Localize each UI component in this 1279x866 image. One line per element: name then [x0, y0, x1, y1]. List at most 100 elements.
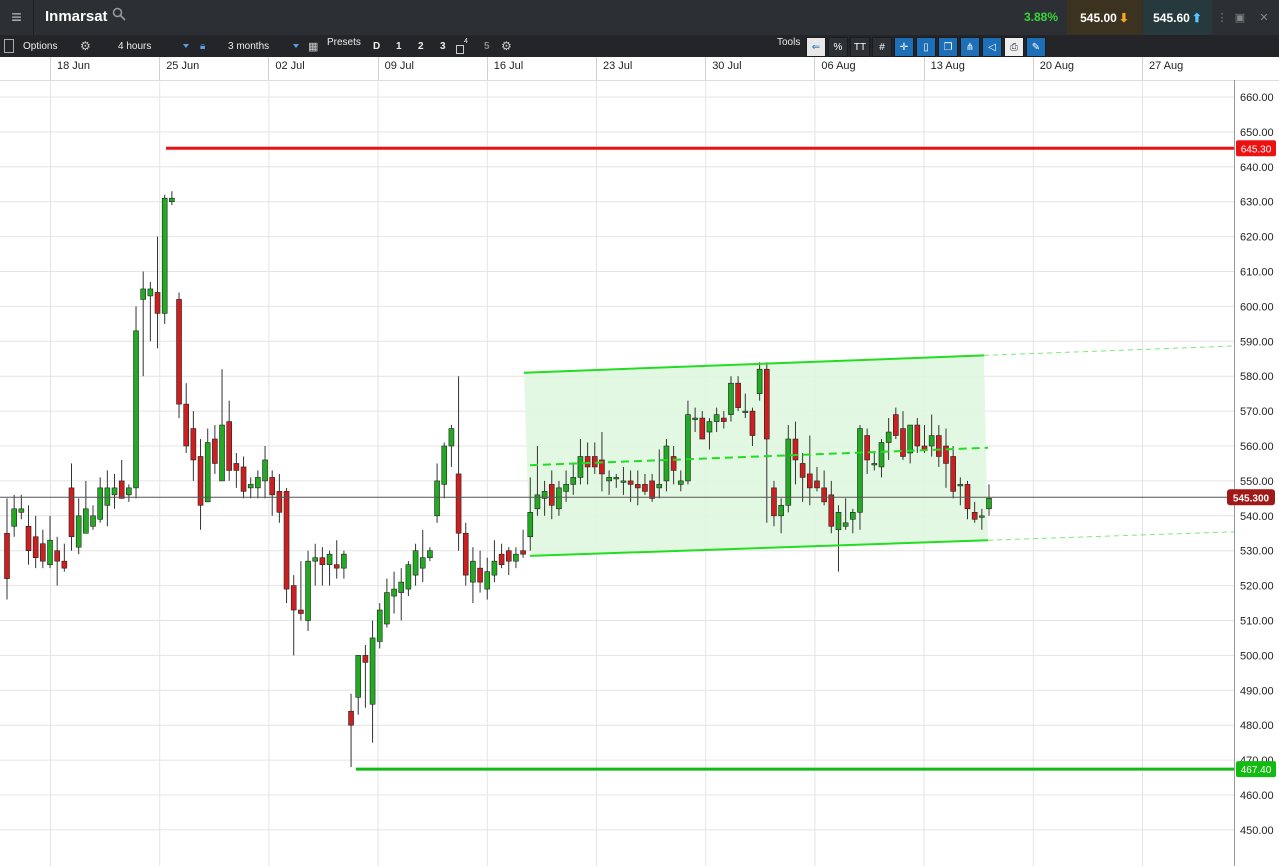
- candle-up: [47, 539, 53, 565]
- candle-up: [491, 560, 498, 576]
- x-tick-label: 13 Aug: [930, 60, 965, 72]
- y-tick-label: 450.00: [1240, 825, 1274, 837]
- lock-icon[interactable]: 🔒︎: [200, 35, 205, 57]
- y-tick-label: 530.00: [1240, 546, 1274, 558]
- y-tick-label: 540.00: [1240, 511, 1274, 523]
- candle-up: [986, 498, 992, 510]
- hamburger-icon[interactable]: ≡: [0, 0, 34, 35]
- preset-2[interactable]: 2: [418, 35, 424, 57]
- y-tick-label: 560.00: [1240, 441, 1274, 453]
- candle-up: [312, 557, 319, 562]
- y-tick-label: 600.00: [1240, 301, 1274, 313]
- preset-5[interactable]: 5: [484, 35, 490, 57]
- fork-icon[interactable]: ⋔: [960, 37, 980, 57]
- candle-up: [147, 288, 154, 297]
- candle-down: [276, 491, 283, 513]
- candle-up: [369, 637, 376, 705]
- current-price-label: 545.300: [1233, 493, 1270, 504]
- candle-up: [928, 435, 935, 447]
- candle-up: [83, 508, 89, 534]
- candle-up: [713, 414, 720, 422]
- y-tick-label: 590.00: [1240, 336, 1274, 348]
- candle-down: [799, 463, 806, 478]
- x-tick-label: 06 Aug: [821, 60, 856, 72]
- candle-down: [971, 512, 978, 520]
- candle-up: [97, 487, 103, 520]
- instrument-header: ≡ Inmarsat 3.88% 545.00 ⬇ 545.60 ⬆ ⋮ ▣ ✕: [0, 0, 1279, 35]
- candle-down: [814, 480, 820, 489]
- presets-label: Presets: [327, 36, 361, 48]
- candle-down: [348, 710, 354, 726]
- candle-down: [319, 557, 326, 565]
- list-icon: [4, 39, 14, 53]
- back-arrow-icon[interactable]: ⇐: [806, 37, 826, 57]
- calendar-icon[interactable]: ▦: [308, 35, 318, 57]
- crosshair-icon[interactable]: ✛: [894, 37, 914, 57]
- candle-up: [570, 477, 577, 485]
- detach-window-icon[interactable]: ▣: [1232, 2, 1248, 32]
- candle-down: [190, 428, 197, 461]
- close-icon[interactable]: ✕: [1256, 2, 1272, 32]
- candle-up: [161, 197, 168, 314]
- candle-up: [756, 368, 763, 394]
- y-tick-label: 610.00: [1240, 267, 1274, 279]
- candle-down: [498, 553, 505, 565]
- candle-down: [25, 525, 32, 551]
- y-tick-label: 490.00: [1240, 685, 1274, 697]
- preset-d[interactable]: D: [373, 35, 380, 57]
- more-vertical-icon[interactable]: ⋮: [1214, 2, 1230, 32]
- search-icon[interactable]: [112, 7, 126, 21]
- candle-down: [964, 484, 971, 510]
- print-icon[interactable]: ⎙: [1004, 37, 1024, 57]
- x-tick-label: 30 Jul: [712, 60, 742, 72]
- candle-down: [68, 487, 75, 538]
- x-tick-label: 16 Jul: [493, 60, 524, 72]
- text-tool[interactable]: TT: [850, 37, 870, 57]
- options-label: Options: [23, 40, 58, 52]
- y-tick-label: 630.00: [1240, 197, 1274, 209]
- time-separator: [814, 57, 816, 80]
- options-menu[interactable]: Options: [4, 35, 57, 57]
- candle-up: [341, 553, 347, 569]
- change-percent: 3.88%: [1024, 10, 1059, 24]
- candle-up: [907, 424, 913, 454]
- settings-gear-icon[interactable]: ⚙: [80, 35, 91, 57]
- candle-up: [11, 508, 17, 527]
- buy-price-button[interactable]: 545.60 ⬆: [1143, 0, 1212, 35]
- candle-up: [878, 442, 885, 468]
- channel-lower-extension: [987, 531, 1235, 541]
- candle-up: [326, 553, 333, 565]
- wrench-icon[interactable]: ✎: [1026, 37, 1046, 57]
- candle-icon[interactable]: ▯: [916, 37, 936, 57]
- candle-down: [290, 585, 297, 611]
- preset-4-label: 4: [464, 37, 468, 45]
- candle-up: [126, 487, 132, 496]
- range-select[interactable]: 3 months: [228, 35, 300, 57]
- candle-up: [441, 445, 448, 485]
- candle-down: [699, 417, 706, 440]
- candle-up: [133, 330, 139, 489]
- preset-1[interactable]: 1: [396, 35, 402, 57]
- candle-up: [979, 515, 985, 518]
- price-chart[interactable]: 660.00 650.00 640.00 630.00 620.00 610.00 600.…: [0, 80, 1279, 866]
- y-tick-label: 460.00: [1240, 790, 1274, 802]
- candle-up: [204, 442, 211, 503]
- time-separator: [1032, 57, 1034, 80]
- preset-3[interactable]: 3: [440, 35, 446, 57]
- candle-down: [548, 484, 555, 506]
- candle-up: [885, 431, 892, 443]
- interval-select[interactable]: 4 hours: [118, 35, 190, 57]
- preset-4[interactable]: 4: [456, 35, 468, 57]
- grid-icon[interactable]: #: [872, 37, 892, 57]
- candle-down: [197, 456, 204, 506]
- tag-icon[interactable]: ◁: [982, 37, 1002, 57]
- candle-down: [720, 417, 727, 422]
- interval-value: 4 hours: [118, 40, 152, 52]
- candle-down: [893, 414, 899, 436]
- layers-icon[interactable]: ❐: [938, 37, 958, 57]
- sell-price-button[interactable]: 545.00 ⬇: [1067, 0, 1142, 35]
- presets-gear-icon[interactable]: ⚙: [501, 35, 512, 57]
- percent-tool[interactable]: %: [828, 37, 848, 57]
- time-separator: [377, 57, 379, 80]
- candle-down: [763, 368, 770, 440]
